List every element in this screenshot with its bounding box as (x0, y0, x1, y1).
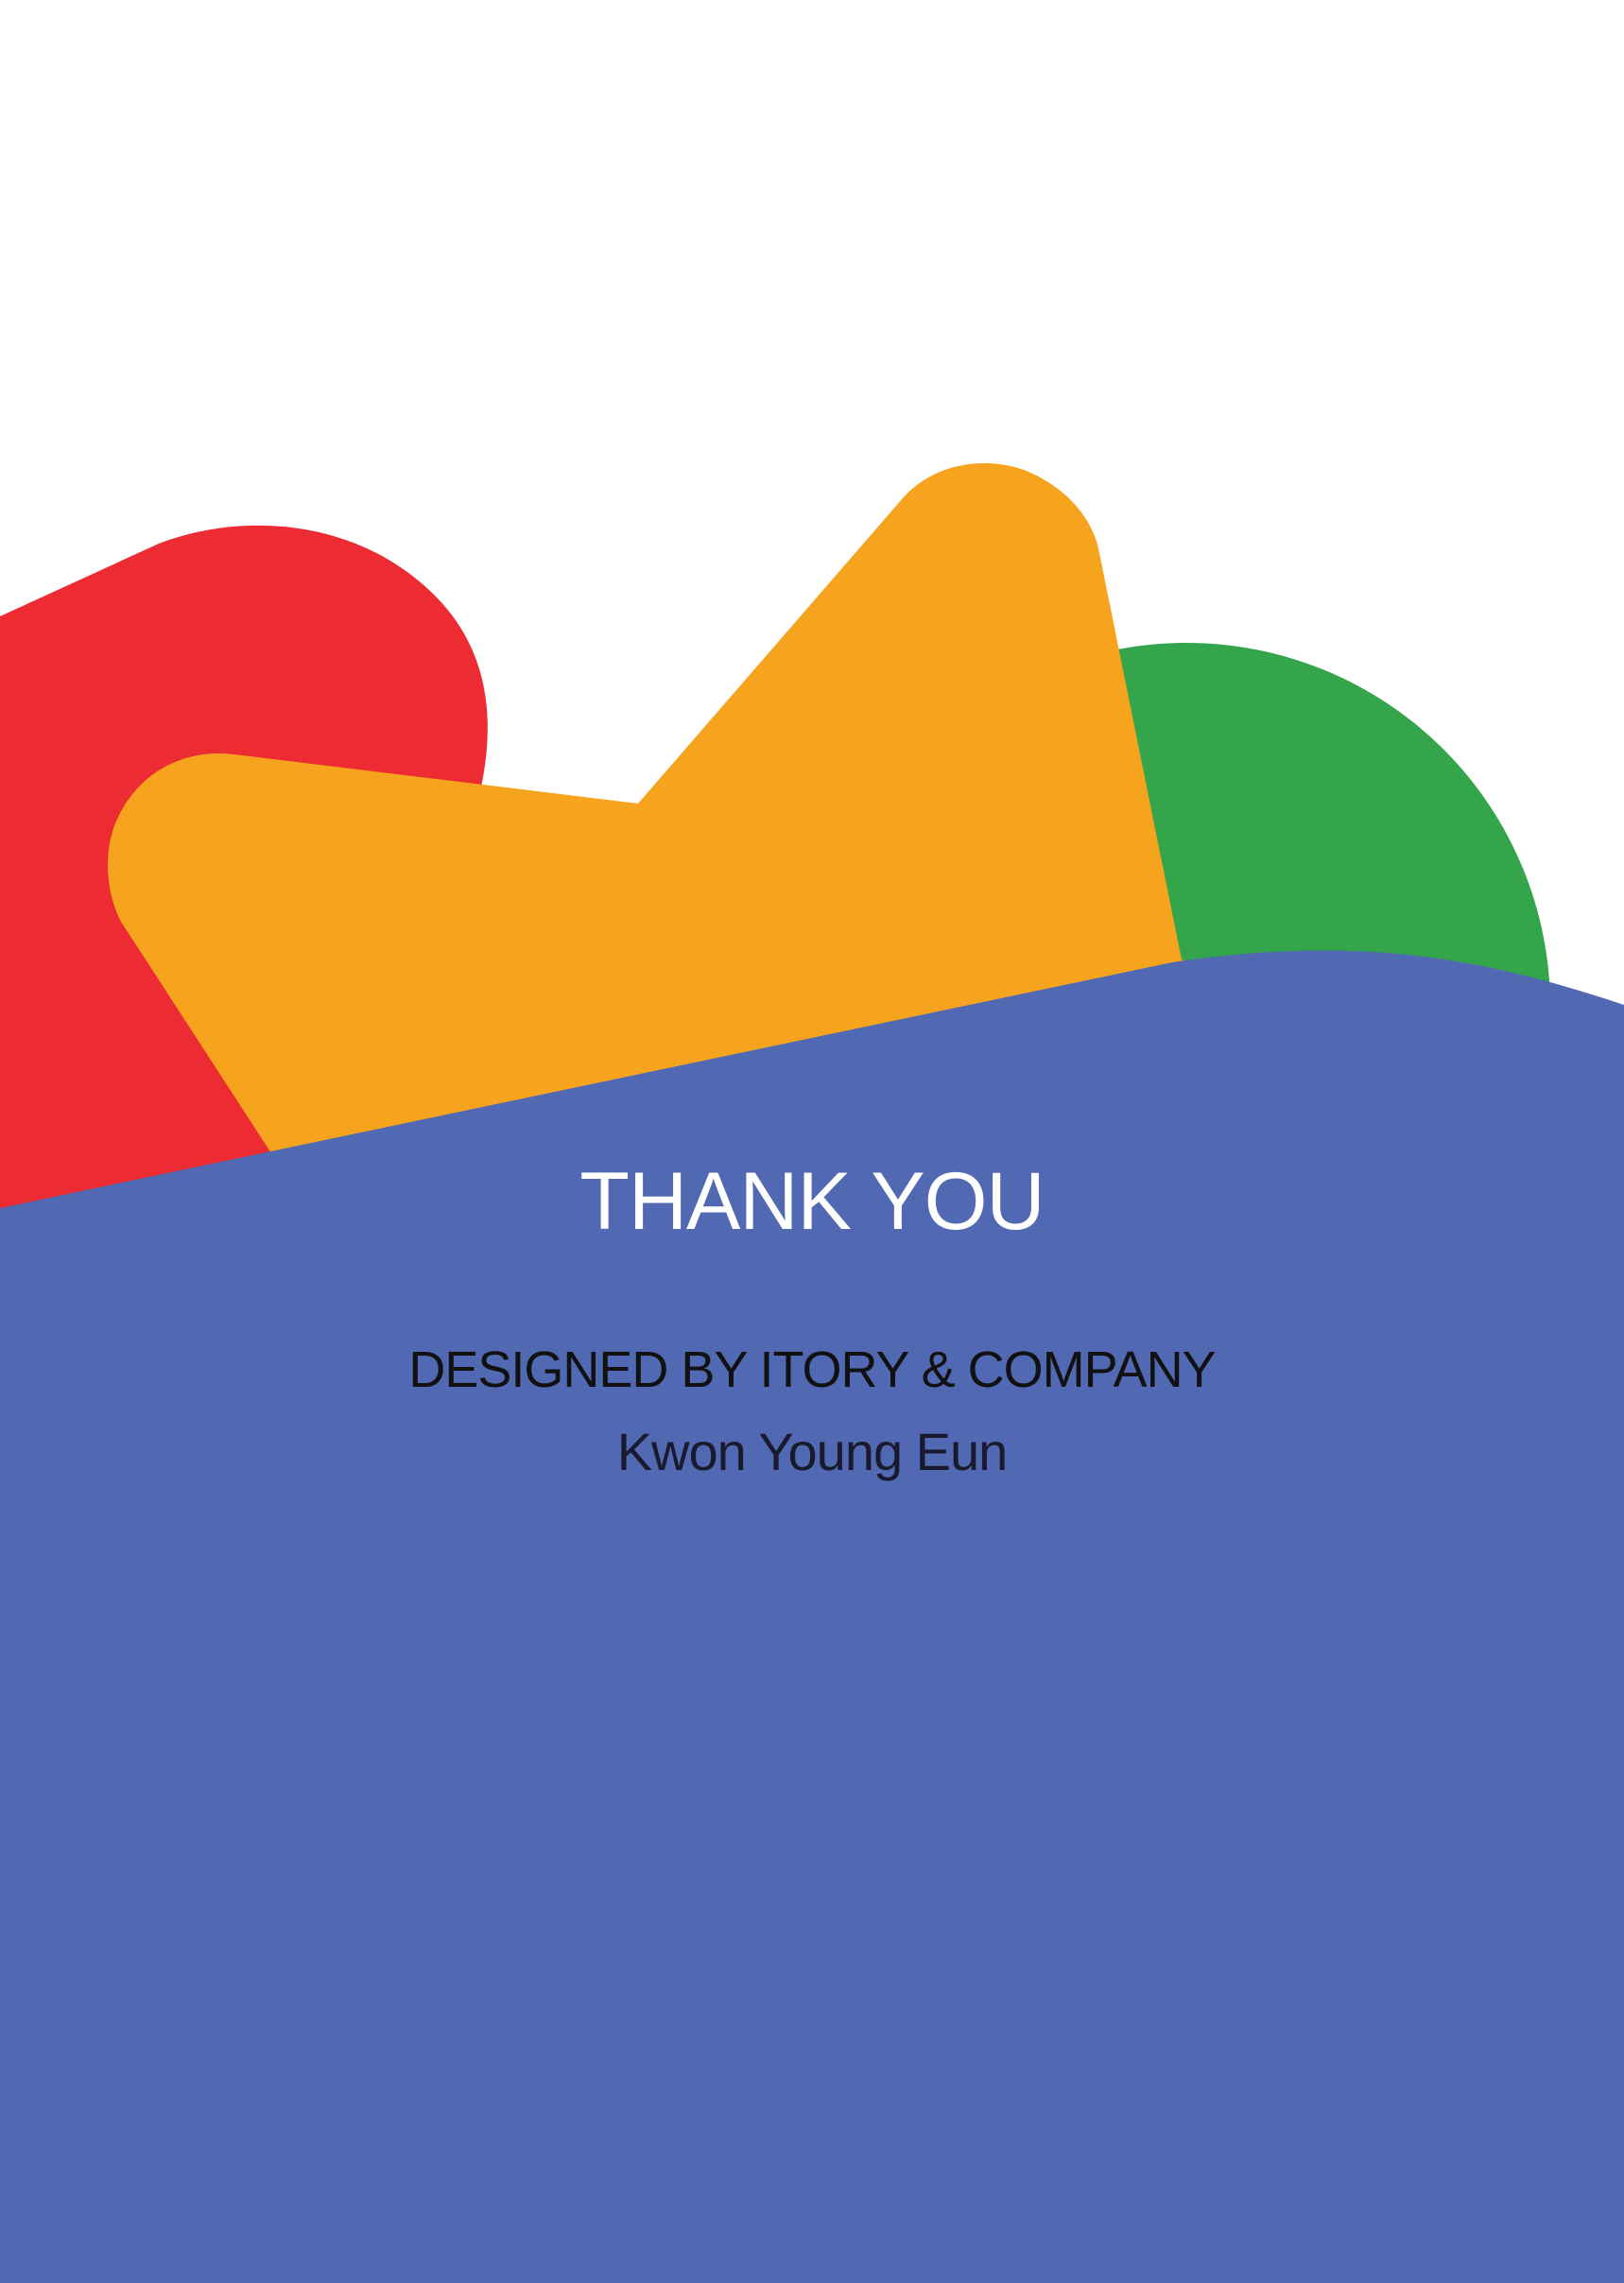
decorative-shapes (0, 463, 1624, 2283)
thank-you-page: THANK YOU DESIGNED BY ITORY & COMPANY Kw… (0, 0, 1624, 2283)
thank-you-title: THANK YOU (579, 1156, 1045, 1247)
designer-credit: DESIGNED BY ITORY & COMPANY (408, 1341, 1216, 1398)
author-name: Kwon Young Eun (616, 1422, 1009, 1481)
